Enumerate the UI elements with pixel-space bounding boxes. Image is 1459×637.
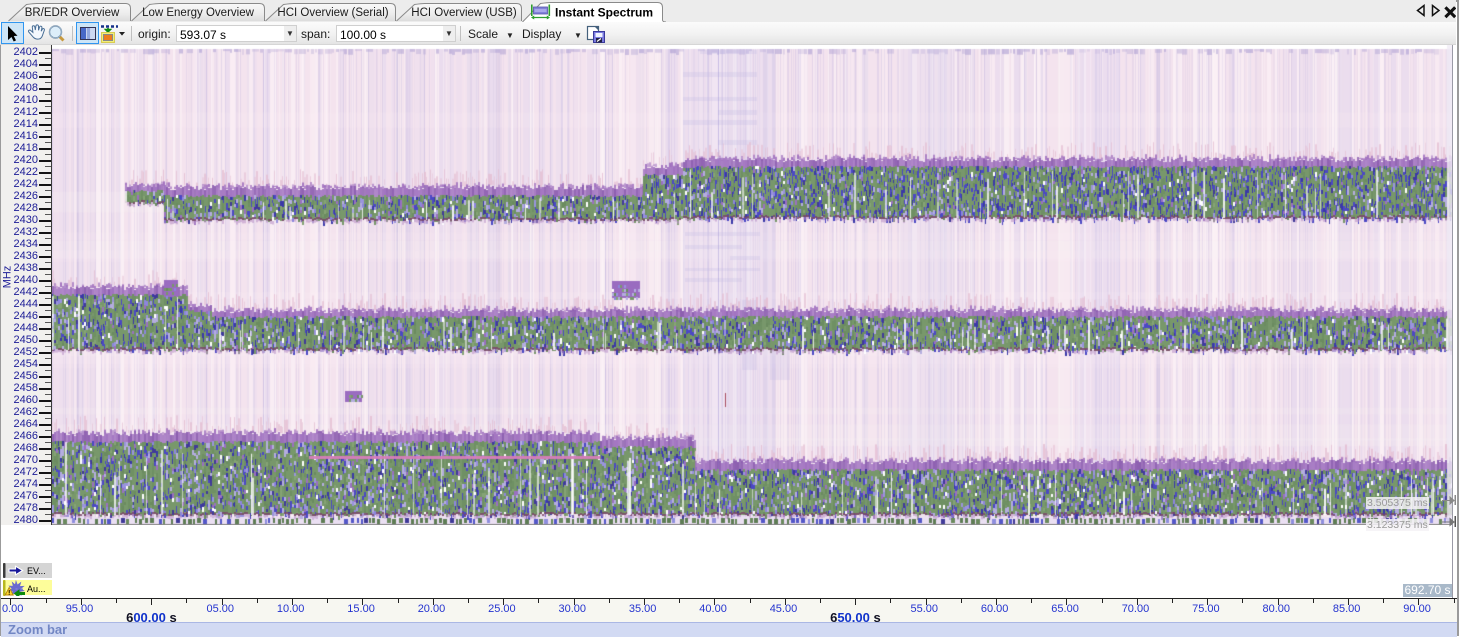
svg-text:HCI Overview (Serial): HCI Overview (Serial): [277, 7, 388, 19]
svg-text:Instant Spectrum: Instant Spectrum: [555, 6, 653, 20]
svg-text:HCI Overview (USB): HCI Overview (USB): [411, 7, 517, 19]
svg-text:Low Energy Overview: Low Energy Overview: [142, 7, 255, 19]
svg-text:BR/EDR Overview: BR/EDR Overview: [25, 7, 120, 19]
